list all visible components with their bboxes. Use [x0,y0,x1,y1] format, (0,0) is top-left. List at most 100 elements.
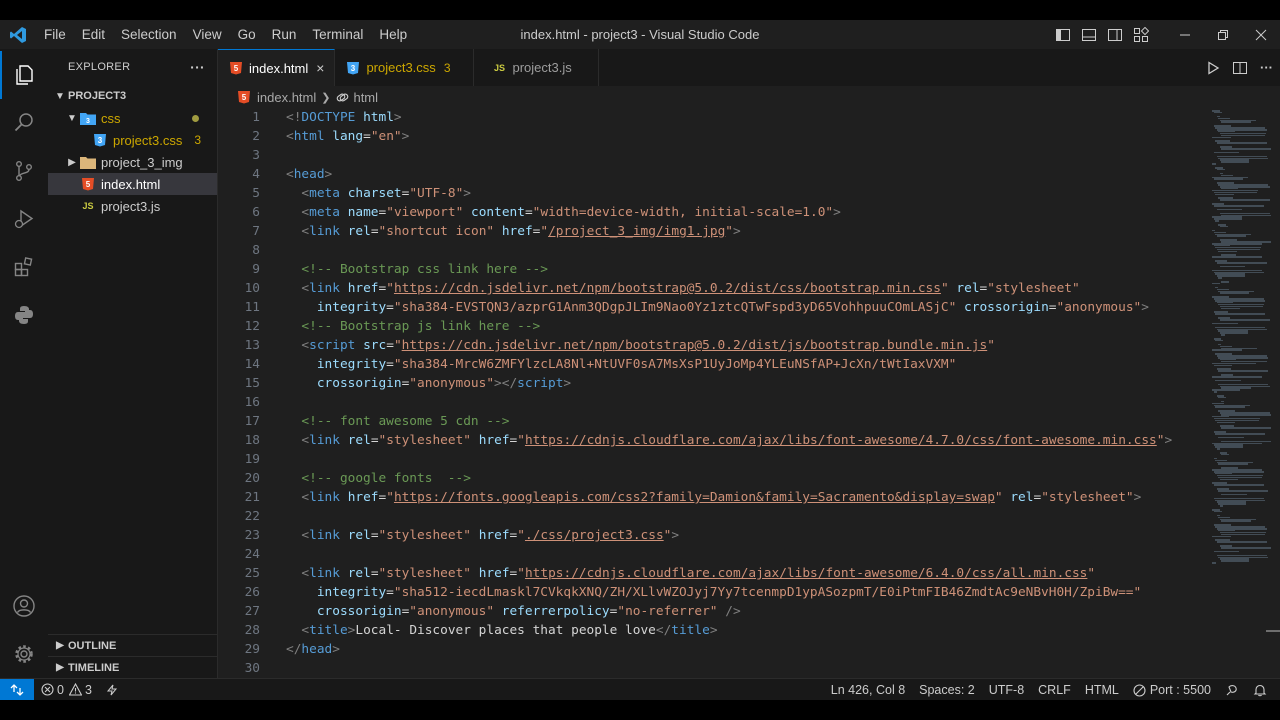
menu-edit[interactable]: Edit [74,20,113,49]
minimap-line [1213,510,1222,513]
explorer-more-actions-button[interactable]: ··· [190,59,205,75]
code-token: < [301,205,310,220]
code-line[interactable]: 7 <link rel="shortcut icon" href="/proje… [218,222,1188,241]
menu-selection[interactable]: Selection [113,20,185,49]
toggle-primary-sidebar-button[interactable] [1050,20,1076,49]
code-line[interactable]: 13 <script src="https://cdn.jsdelivr.net… [218,336,1188,355]
encoding[interactable]: UTF-8 [982,683,1031,697]
customize-layout-button[interactable] [1128,20,1154,49]
run-file-button[interactable] [1199,49,1226,86]
code-line[interactable]: 15 crossorigin="anonymous"></script> [218,374,1188,393]
notifications-bell-icon[interactable] [1246,683,1274,697]
title-bar: File Edit Selection View Go Run Terminal… [0,20,1280,49]
code-line[interactable]: 6 <meta name="viewport" content="width=d… [218,203,1188,222]
code-line[interactable]: 28 <title>Local- Discover places that pe… [218,621,1188,640]
tab-index-html[interactable]: 5 index.html × [218,49,336,86]
python-icon[interactable] [0,291,48,339]
tree-item-project3-css[interactable]: 3 project3.css 3 [48,129,217,151]
code-token: link [309,566,340,581]
workspace-folder[interactable]: ▼ PROJECT3 [48,85,217,107]
code-line[interactable]: 16 [218,393,1188,412]
feedback-icon[interactable] [1218,683,1246,697]
outline-section[interactable]: ▶ OUTLINE [48,634,218,656]
restore-button[interactable] [1204,20,1242,49]
tree-item-index-html[interactable]: 5 index.html [48,173,217,195]
indentation[interactable]: Spaces: 2 [912,683,982,697]
end-of-line[interactable]: CRLF [1031,683,1078,697]
accounts-icon[interactable] [0,582,48,630]
code-line[interactable]: 12 <!-- Bootstrap js link here --> [218,317,1188,336]
live-server-port[interactable]: Port : 5500 [1126,683,1218,697]
timeline-section[interactable]: ▶ TIMELINE [48,656,218,678]
code-line[interactable]: 27 crossorigin="anonymous" referrerpolic… [218,602,1188,621]
code-line[interactable]: 2 <html lang="en"> [218,127,1188,146]
problems-status[interactable]: 0 3 [34,683,99,697]
code-line[interactable]: 25 <link rel="stylesheet" href="https://… [218,564,1188,583]
code-line[interactable]: 8 [218,241,1188,260]
tab-project3-css[interactable]: 3 project3.css 3 [335,49,474,86]
menu-go[interactable]: Go [230,20,264,49]
breadcrumb-symbol[interactable]: html [353,90,378,105]
more-actions-button[interactable]: ··· [1253,49,1280,86]
source-control-icon[interactable] [0,147,48,195]
lightning-icon[interactable] [99,684,125,696]
code-line[interactable]: 19 [218,450,1188,469]
code-line[interactable]: 5 <meta charset="UTF-8"> [218,184,1188,203]
code-line[interactable]: 14 integrity="sha384-MrcW6ZMFYlzcLA8Nl+N… [218,355,1188,374]
menu-file[interactable]: File [36,20,74,49]
cursor-position[interactable]: Ln 426, Col 8 [824,683,912,697]
menu-view[interactable]: View [185,20,230,49]
tree-item-project3-js[interactable]: JS project3.js [48,195,217,217]
breadcrumb-file[interactable]: index.html [257,90,316,105]
code-line[interactable]: 20 <!-- google fonts --> [218,469,1188,488]
tab-problem-count: 3 [443,60,451,75]
minimap-line [1215,313,1265,315]
tree-item-project-3-img-folder[interactable]: ▶ project_3_img [48,151,217,173]
code-line[interactable]: 11 integrity="sha384-EVSTQN3/azprG1Anm3Q… [218,298,1188,317]
search-icon[interactable] [0,99,48,147]
menu-help[interactable]: Help [371,20,415,49]
code-line[interactable]: 23 <link rel="stylesheet" href="./css/pr… [218,526,1188,545]
minimap-line [1216,262,1267,264]
language-mode[interactable]: HTML [1078,683,1126,697]
menu-run[interactable]: Run [264,20,305,49]
html-file-icon: 5 [236,89,252,105]
remote-indicator-icon[interactable] [0,678,34,701]
code-line[interactable]: 24 [218,545,1188,564]
code-line[interactable]: 10 <link href="https://cdn.jsdelivr.net/… [218,279,1188,298]
toggle-secondary-sidebar-button[interactable] [1102,20,1128,49]
tab-project3-js[interactable]: JS project3.js [474,49,599,86]
code-line[interactable]: 9 <!-- Bootstrap css link here --> [218,260,1188,279]
minimize-button[interactable] [1166,20,1204,49]
line-number: 2 [252,129,260,144]
settings-gear-icon[interactable] [0,630,48,678]
code-line[interactable]: 22 [218,507,1188,526]
toggle-panel-button[interactable] [1076,20,1102,49]
menu-terminal[interactable]: Terminal [304,20,371,49]
code-line[interactable]: 18 <link rel="stylesheet" href="https://… [218,431,1188,450]
minimap-line [1218,277,1222,279]
code-token: = [370,566,379,581]
code-line[interactable]: 30 [218,659,1188,678]
code-line[interactable]: 4 <head> [218,165,1188,184]
code-line[interactable]: 17 <!-- font awesome 5 cdn --> [218,412,1188,431]
code-token: " [725,224,734,239]
code-editor[interactable]: 1 <!DOCTYPE html> 2 <html lang="en"> 3 4 <head… [218,108,1188,678]
close-window-button[interactable] [1242,20,1280,49]
explorer-icon[interactable] [0,51,48,99]
extensions-icon[interactable] [0,243,48,291]
code-line[interactable]: 1 <!DOCTYPE html> [218,108,1188,127]
workspace-folder-label: PROJECT3 [68,90,127,102]
close-tab-icon[interactable]: × [316,60,324,76]
minimap[interactable] [1190,108,1271,568]
code-line[interactable]: 21 <link href="https://fonts.googleapis.… [218,488,1188,507]
tree-item-css-folder[interactable]: ▼ 3 css [48,107,217,129]
split-editor-button[interactable] [1226,49,1253,86]
code-line[interactable]: 29 </head> [218,640,1188,659]
code-line[interactable]: 26 integrity="sha512-iecdLmaskl7CVkqkXNQ… [218,583,1188,602]
run-debug-icon[interactable] [0,195,48,243]
code-line[interactable]: 3 [218,146,1188,165]
code-token: <!-- Bootstrap css link here --> [301,262,548,277]
